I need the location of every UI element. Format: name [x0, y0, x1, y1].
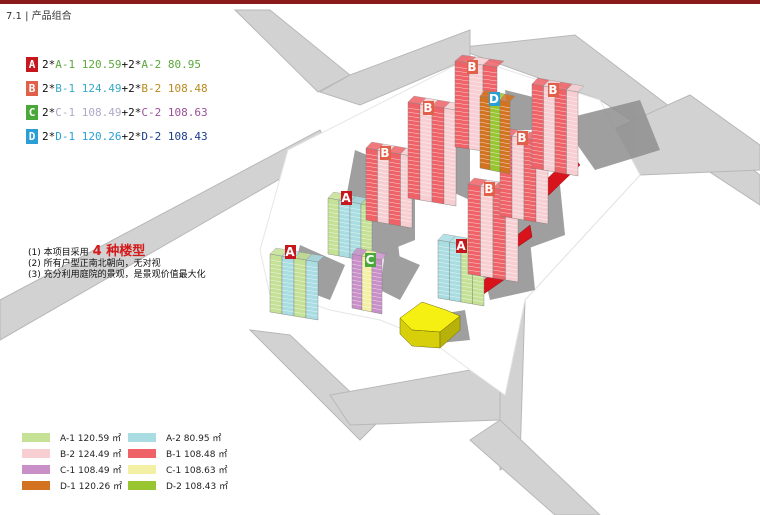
tower-label: A	[341, 191, 351, 205]
legend-swatch	[128, 433, 156, 442]
tower-label: B	[484, 182, 493, 196]
road-segment	[233, 9, 351, 93]
legend-swatch	[22, 449, 50, 458]
type-text: +2*	[121, 81, 142, 95]
unit-type-list: A 2* A-1 120.59 +2* A-2 80.95 B 2* B-1 124.49 +2…	[26, 52, 208, 148]
type-text: +2*	[121, 129, 142, 143]
tower-label: D	[489, 92, 499, 106]
legend-label: C-1 108.63 ㎡	[166, 466, 228, 476]
note-2: (2) 所有户型正南北朝向，无对视	[28, 259, 161, 269]
legend-swatch	[128, 481, 156, 490]
legend-item: D-2 108.43 ㎡	[128, 479, 228, 492]
type-row-b: B 2* B-1 124.49 +2* B-2 108.48	[26, 76, 208, 100]
legend-item: B-1 108.48 ㎡	[128, 447, 227, 460]
legend-label: A-2 80.95 ㎡	[166, 434, 222, 444]
type-row-a: A 2* A-1 120.59 +2* A-2 80.95	[26, 52, 208, 76]
type-badge: A	[26, 56, 38, 72]
type-text: +2*	[121, 105, 142, 119]
legend-label: D-2 108.43 ㎡	[166, 482, 229, 492]
tower-label: A	[285, 245, 295, 259]
legend-label: D-1 120.26 ㎡	[60, 482, 123, 492]
legend-label: B-1 108.48 ㎡	[166, 450, 228, 460]
type-text: D-1 120.26	[55, 129, 122, 143]
type-text: A-1 120.59	[55, 57, 122, 71]
legend-label: B-2 124.49 ㎡	[60, 450, 122, 460]
legend-swatch	[128, 465, 156, 474]
legend-item: B-2 124.49 ㎡	[22, 447, 121, 460]
legend-swatch	[22, 481, 50, 490]
note-1: (1) 本项目采用 4 种楼型	[28, 244, 146, 259]
road-segment	[329, 369, 506, 426]
tower-b: B	[407, 95, 463, 207]
type-badge: C	[26, 104, 38, 120]
type-text: B-1 124.49	[55, 81, 122, 95]
legend-swatch	[22, 433, 50, 442]
type-text: C-1 108.49	[55, 105, 122, 119]
type-text: 2*	[42, 57, 56, 71]
road-segment	[469, 419, 601, 515]
tower-facade	[338, 199, 351, 259]
legend-item: D-1 120.26 ㎡	[22, 479, 122, 492]
type-badge: D	[26, 128, 38, 144]
tower-label: C	[366, 253, 375, 267]
tower-facade	[327, 197, 340, 257]
legend-item: A-1 120.59 ㎡	[22, 431, 121, 444]
type-text: B-2 108.48	[141, 81, 208, 95]
tower-b: B	[531, 77, 585, 177]
type-badge: B	[26, 80, 38, 96]
type-text: 2*	[42, 81, 56, 95]
legend-label: A-1 120.59 ㎡	[60, 434, 122, 444]
legend-item: A-2 80.95 ㎡	[128, 431, 221, 444]
tower-c: C	[351, 247, 388, 315]
type-text: C-2 108.63	[141, 105, 208, 119]
tower-label: B	[517, 131, 526, 145]
type-row-d: D 2* D-1 120.26 +2* D-2 108.43	[26, 124, 208, 148]
legend-swatch	[128, 449, 156, 458]
type-text: A-2 80.95	[141, 57, 201, 71]
type-row-c: C 2* C-1 108.49 +2* C-2 108.63	[26, 100, 208, 124]
legend-label: C-1 108.49 ㎡	[60, 466, 122, 476]
legend-item: C-1 108.49 ㎡	[22, 463, 121, 476]
type-text: 2*	[42, 105, 56, 119]
tower-label: B	[423, 101, 432, 115]
note-3: (3) 充分利用庭院的景观，是景观价值最大化	[28, 270, 206, 280]
tower-d: D	[479, 89, 516, 175]
tower-label: A	[456, 239, 466, 253]
tower-a: A	[269, 245, 325, 321]
design-notes: (1) 本项目采用 4 种楼型 (2) 所有户型正南北朝向，无对视 (3) 充分利…	[28, 244, 206, 281]
type-text: D-2 108.43	[141, 129, 208, 143]
type-text: 2*	[42, 129, 56, 143]
tower-label: B	[467, 60, 476, 74]
tower-label: B	[380, 146, 389, 160]
legend-item: C-1 108.63 ㎡	[128, 463, 227, 476]
legend-swatch	[22, 465, 50, 474]
type-text: +2*	[121, 57, 142, 71]
tower-label: B	[548, 83, 557, 97]
note-emphasis: 4 种楼型	[92, 244, 146, 259]
